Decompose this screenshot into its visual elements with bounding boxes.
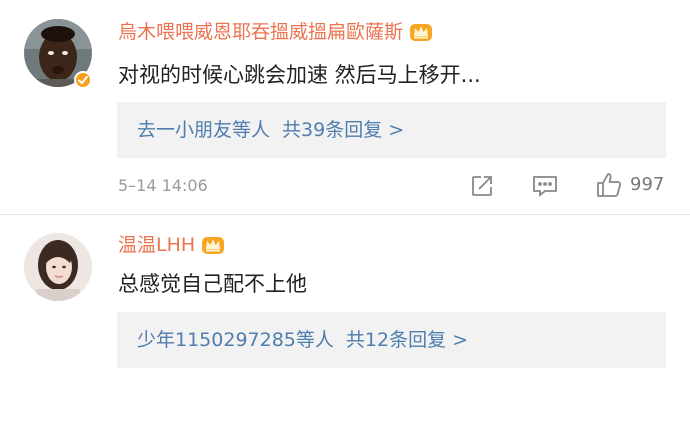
username-text[interactable]: 温温LHH xyxy=(118,234,195,256)
comment-item: 温温LHH 总感觉自己配不上他 少年1150297285等人 共12条回复 > xyxy=(0,0,690,424)
reply-total-link[interactable]: 共12条回复 > xyxy=(346,329,468,351)
crown-icon xyxy=(202,237,225,254)
comment-username[interactable]: 温温LHH xyxy=(118,232,225,258)
avatar[interactable] xyxy=(24,233,92,301)
reply-summary[interactable]: 少年1150297285等人 共12条回复 > xyxy=(117,312,666,368)
reply-users[interactable]: 少年1150297285等人 xyxy=(137,329,334,351)
comment-text: 总感觉自己配不上他 xyxy=(118,272,307,296)
